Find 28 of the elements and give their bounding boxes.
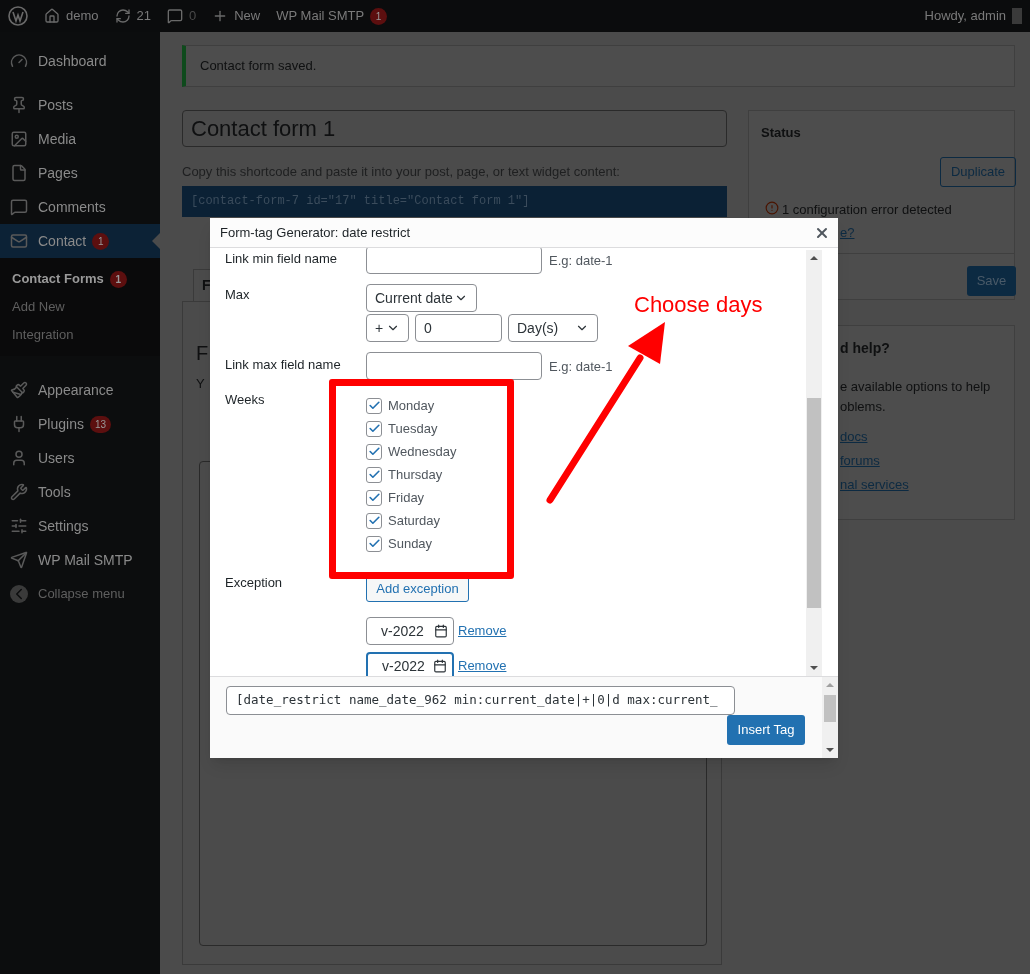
count-badge: 1 xyxy=(109,270,127,288)
checkbox-label: Monday xyxy=(388,396,435,415)
checkbox-label: Friday xyxy=(388,488,425,507)
field-label: Exception xyxy=(225,574,284,592)
count-badge: 1 xyxy=(92,232,110,250)
checkbox-label: Thursday xyxy=(388,465,443,484)
checkbox-label: Tuesday xyxy=(388,419,438,438)
modal-title: Form-tag Generator: date restrict xyxy=(220,223,410,242)
notice: Contact form saved. xyxy=(182,45,1015,87)
checkbox-label: Sunday xyxy=(388,534,433,553)
error-text: 1 configuration error detected xyxy=(782,201,952,219)
help-text: e available options to help xyxy=(840,378,991,396)
count-badge: 1 xyxy=(370,7,388,25)
field-label: Link min field name xyxy=(225,250,338,268)
panel-title: d help? xyxy=(840,339,890,358)
checkbox-label: Wednesday xyxy=(388,442,457,461)
section-heading: F xyxy=(196,340,209,366)
field-label: Link max field name xyxy=(225,356,342,374)
field-label: Weeks xyxy=(225,391,266,409)
field-label: Max xyxy=(225,286,251,304)
count-badge: 13 xyxy=(89,415,112,433)
help-text: oblems. xyxy=(840,398,887,416)
hint-text: E.g: date-1 xyxy=(549,358,613,376)
checkbox-label: Saturday xyxy=(388,511,441,530)
hint-text: E.g: date-1 xyxy=(549,252,613,270)
panel-title: Status xyxy=(761,124,801,142)
section-text: Y xyxy=(196,374,205,393)
annotation-text: Choose days xyxy=(634,291,763,319)
